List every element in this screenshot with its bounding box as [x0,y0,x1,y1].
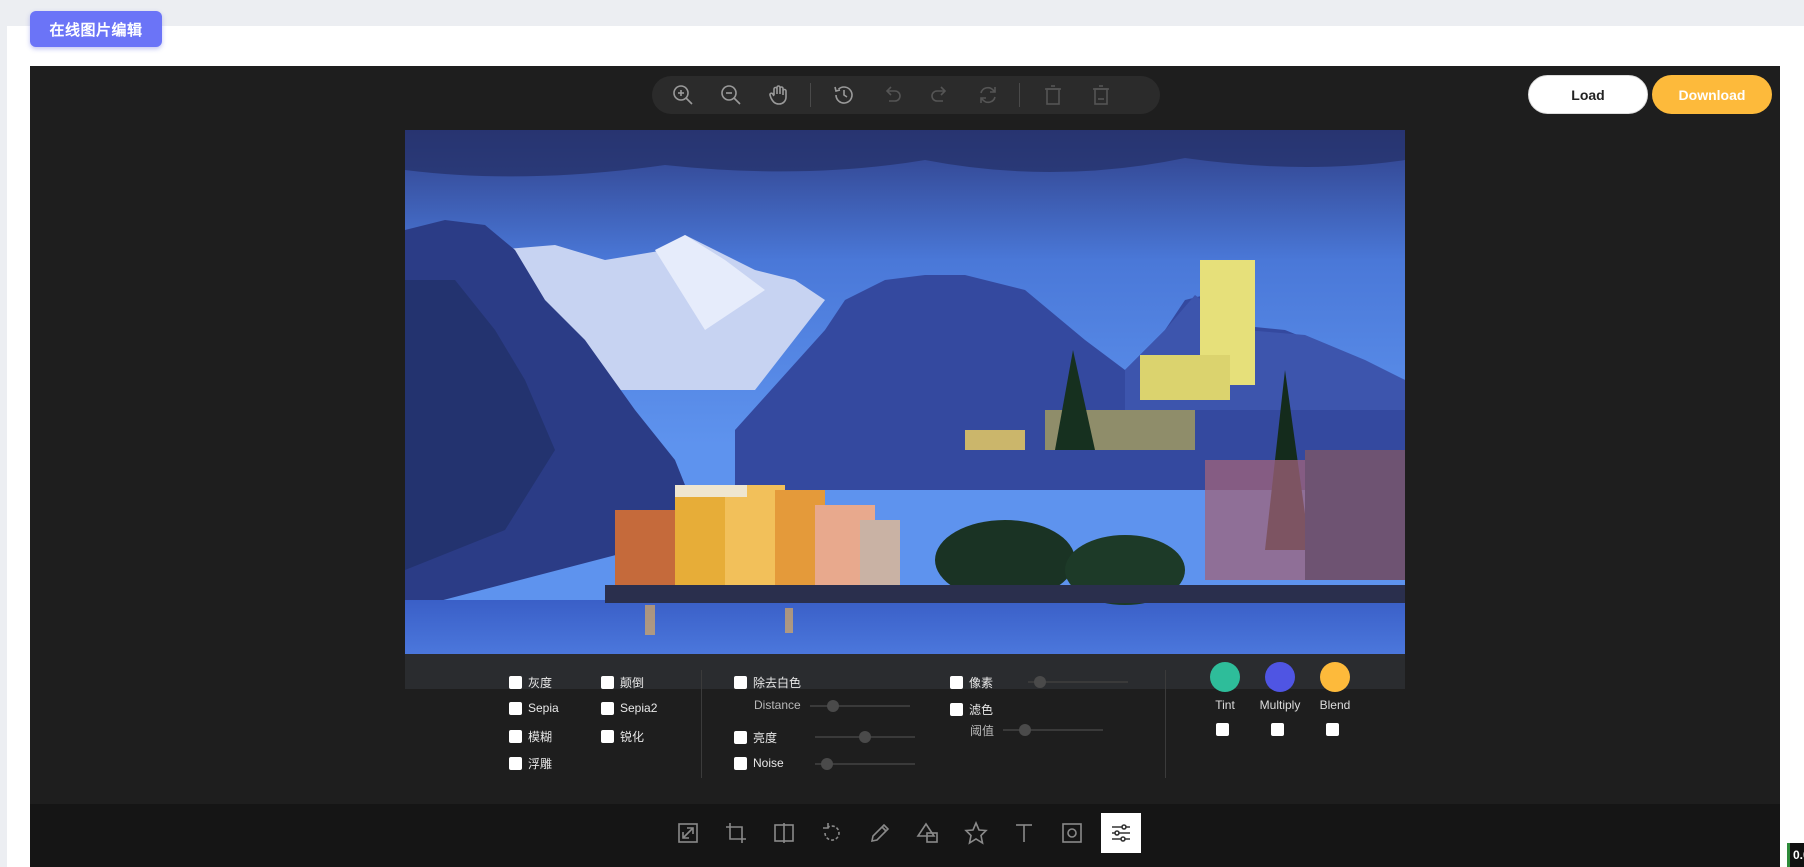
threshold-label: 阈值 [970,724,995,738]
filter-label: 颠倒 [620,676,645,690]
filter-pixelate[interactable]: 像素 [950,674,993,691]
slider-knob[interactable] [1019,724,1031,736]
checkbox[interactable] [509,757,522,770]
pixelate-slider[interactable] [1028,676,1128,688]
filter-label: 灰度 [528,676,553,690]
bottom-toolbar [30,804,1780,867]
filter-remove-white[interactable]: 除去白色 [734,674,801,691]
multiply-checkbox[interactable] [1271,723,1284,736]
image-canvas[interactable] [405,130,1405,654]
checkbox[interactable] [601,701,614,715]
hand-icon[interactable] [764,80,794,110]
reset-icon[interactable] [973,80,1003,110]
checkbox[interactable] [601,676,614,689]
filter-emboss[interactable]: 浮雕 [509,755,552,772]
history-icon[interactable] [829,80,859,110]
filter-panel-header-shade [405,654,1405,689]
delete-all-icon[interactable] [1086,80,1116,110]
slider-knob[interactable] [859,731,871,743]
filter-brightness[interactable]: 亮度 [734,729,777,746]
tint-color-swatch[interactable] [1210,662,1240,692]
checkbox[interactable] [509,730,522,743]
mask-icon[interactable] [1052,813,1092,853]
filter-invert[interactable]: 颠倒 [601,674,644,691]
filter-label: 锐化 [620,730,645,744]
rotate-icon[interactable] [812,813,852,853]
download-button[interactable]: Download [1652,75,1772,114]
filter-noise[interactable]: Noise [734,756,784,770]
resize-icon[interactable] [668,813,708,853]
checkbox[interactable] [950,703,963,716]
blend-checkbox[interactable] [1326,723,1339,736]
noise-slider[interactable] [815,758,915,770]
toolbar-divider [1019,83,1020,107]
filter-label: 浮雕 [528,757,553,771]
slider-knob[interactable] [1034,676,1046,688]
filter-label: Sepia2 [620,701,658,715]
filter-color-filter[interactable]: 滤色 [950,701,993,718]
filter-label: Noise [753,756,784,770]
zoom-badge: 0.0 [1787,843,1804,867]
app-title-button[interactable]: 在线图片编辑 [30,11,162,47]
slider-knob[interactable] [827,700,839,712]
shape-icon[interactable] [908,813,948,853]
checkbox[interactable] [509,676,522,689]
lake-town-photo [405,130,1405,654]
filter-sepia[interactable]: Sepia [509,701,559,715]
undo-icon[interactable] [877,80,907,110]
filter-label: 除去白色 [753,676,802,690]
blend-label: Blend [1319,698,1351,712]
image-editor: Load Download 灰度 颠倒 Sepia Sepia2 模糊 锐化 浮… [30,66,1780,867]
checkbox[interactable] [950,676,963,689]
filter-grayscale[interactable]: 灰度 [509,674,552,691]
checkbox[interactable] [601,730,614,743]
filter-label: Sepia [528,701,559,715]
slider-knob[interactable] [821,758,833,770]
filter-panel: 灰度 颠倒 Sepia Sepia2 模糊 锐化 浮雕 除去白色 Distanc… [405,654,1405,782]
checkbox[interactable] [509,701,522,715]
zoom-in-icon[interactable] [668,80,698,110]
distance-label: Distance [754,698,801,712]
checkbox[interactable] [734,756,747,770]
tint-checkbox[interactable] [1216,723,1229,736]
filter-label: 像素 [969,676,994,690]
redo-icon[interactable] [925,80,955,110]
filter-label: 模糊 [528,730,553,744]
filter-label: 滤色 [969,703,994,717]
panel-divider [701,670,702,778]
filter-blur[interactable]: 模糊 [509,728,552,745]
flip-icon[interactable] [764,813,804,853]
checkbox[interactable] [734,731,747,744]
multiply-color-swatch[interactable] [1265,662,1295,692]
brightness-slider[interactable] [815,731,915,743]
distance-slider[interactable] [810,700,910,712]
panel-divider [1165,670,1166,778]
multiply-label: Multiply [1259,698,1301,712]
crop-icon[interactable] [716,813,756,853]
checkbox[interactable] [734,676,747,689]
toolbar-divider [810,83,811,107]
text-icon[interactable] [1004,813,1044,853]
threshold-slider[interactable] [1003,724,1103,736]
filter-sepia2[interactable]: Sepia2 [601,701,657,715]
blend-color-swatch[interactable] [1320,662,1350,692]
delete-icon[interactable] [1038,80,1068,110]
filter-icon[interactable] [1101,813,1141,853]
filter-label: 亮度 [753,731,778,745]
top-toolbar [652,76,1160,114]
draw-icon[interactable] [860,813,900,853]
star-icon[interactable] [956,813,996,853]
tint-label: Tint [1215,698,1235,712]
zoom-out-icon[interactable] [716,80,746,110]
load-button[interactable]: Load [1528,75,1648,114]
filter-sharpen[interactable]: 锐化 [601,728,644,745]
